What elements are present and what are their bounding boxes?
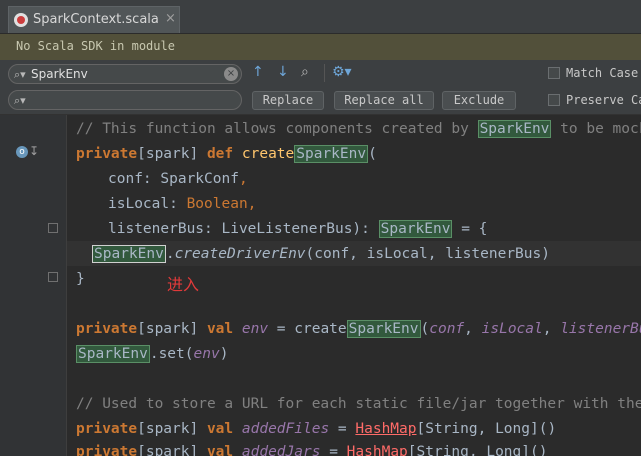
code-line-set-env: SparkEnv .set(env) [76, 345, 229, 363]
search-match: SparkEnv [76, 345, 150, 363]
scala-file-icon [14, 13, 28, 27]
search-input[interactable]: ⌕▾ SparkEnv × [8, 64, 242, 84]
fold-marker-icon[interactable] [48, 223, 58, 233]
code-line-val-env: private[spark] val env = create SparkEnv(… [76, 320, 641, 338]
previous-occurrence-icon[interactable]: ↑ [252, 64, 264, 80]
editor-gutter [6, 115, 67, 456]
tab-spark-context[interactable]: SparkContext.scala × [8, 6, 180, 33]
editor-tab-bar: SparkContext.scala × [0, 0, 641, 34]
match-case-label: Match Case [566, 66, 639, 80]
find-all-icon[interactable]: ⌕ [301, 64, 309, 80]
code-line-param-islocal: isLocal: Boolean, [108, 196, 257, 212]
code-line-comment-urls: // Used to store a URL for each static f… [76, 396, 641, 412]
search-match: SparkEnv [346, 320, 421, 338]
clear-search-icon[interactable]: × [224, 67, 238, 81]
search-icon[interactable]: ⌕▾ [14, 68, 26, 82]
replace-all-button[interactable]: Replace all [334, 91, 434, 110]
replace-input[interactable]: ⌕▾ [8, 90, 242, 110]
code-line-comment: // This function allows components creat… [76, 120, 641, 138]
settings-gear-icon[interactable]: ⚙▾ [332, 64, 352, 80]
search-match-current: SparkEnv [92, 245, 166, 263]
code-line-param-conf: conf: SparkConf, [108, 171, 248, 187]
sdk-warning-banner: No Scala SDK in module [0, 34, 641, 60]
code-line-added-jars: private[spark] val addedJars = HashMap[S… [76, 444, 548, 456]
exclude-button[interactable]: Exclude [442, 91, 516, 110]
search-icon[interactable]: ⌕▾ [14, 94, 26, 108]
annotation-enter: 进入 [167, 275, 200, 294]
implemented-arrow-icon[interactable]: ↧ [29, 144, 39, 158]
code-line-added-files: private[spark] val addedFiles = HashMap[… [76, 421, 557, 437]
match-case-checkbox[interactable] [548, 67, 560, 79]
next-occurrence-icon[interactable]: ↓ [277, 64, 289, 80]
code-line-def: private[spark] def create SparkEnv( [76, 145, 377, 163]
replace-button[interactable]: Replace [252, 91, 324, 110]
code-line-param-listenerbus: listenerBus: LiveListenerBus): SparkEnv … [108, 220, 488, 238]
banner-text: No Scala SDK in module [16, 39, 175, 53]
close-tab-icon[interactable]: × [165, 11, 176, 26]
search-match: SparkEnv [294, 145, 369, 163]
tab-title: SparkContext.scala [33, 12, 159, 27]
preserve-case-label: Preserve Ca [566, 93, 641, 107]
toolbar-divider [324, 64, 325, 82]
search-match: SparkEnv [378, 220, 453, 238]
override-marker-icon[interactable]: o [16, 146, 28, 158]
preserve-case-checkbox[interactable] [548, 94, 560, 106]
search-input-value: SparkEnv [31, 67, 88, 81]
code-line-create-driver-env: SparkEnv .createDriverEnv(conf, isLocal, … [92, 245, 550, 263]
fold-marker-icon[interactable] [48, 272, 58, 282]
code-line-close-brace: } [76, 271, 85, 287]
search-match: SparkEnv [477, 120, 552, 138]
code-editor[interactable]: // This function allows components creat… [67, 115, 641, 456]
